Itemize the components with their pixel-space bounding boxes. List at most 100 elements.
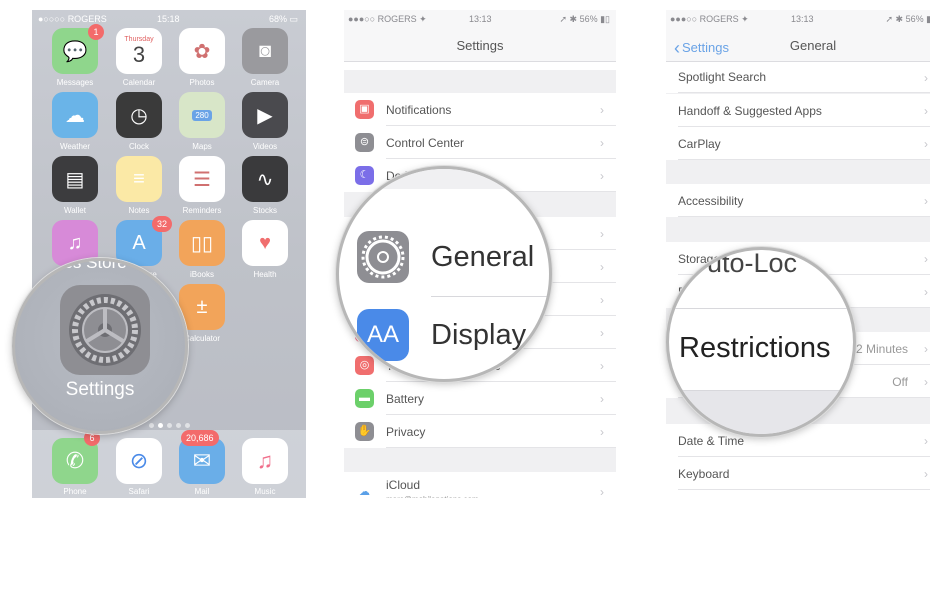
- app-label: Messages: [56, 78, 94, 87]
- magnified-display-icon: AA: [357, 309, 409, 361]
- chevron-right-icon: ›: [600, 325, 604, 340]
- app-photos[interactable]: ✿: [179, 28, 225, 74]
- chevron-right-icon: ›: [924, 251, 928, 266]
- app-calendar[interactable]: Thursday 3: [116, 28, 162, 74]
- magnified-settings-icon[interactable]: [60, 285, 150, 375]
- row-label: Notifications: [386, 103, 452, 117]
- app-calculator[interactable]: ±: [179, 284, 225, 330]
- clapperboard-icon: ▶: [257, 104, 273, 127]
- chevron-right-icon: ›: [924, 136, 928, 151]
- chevron-right-icon: ›: [600, 168, 604, 183]
- app-videos[interactable]: ▶: [242, 92, 288, 138]
- status-time: 15:18: [157, 14, 180, 24]
- status-time: 13:13: [469, 14, 492, 24]
- settings-row-battery[interactable]: ▬ Battery ›: [344, 382, 616, 415]
- general-row-keyboard[interactable]: Keyboard ›: [666, 457, 930, 490]
- battery-percent: 56%: [905, 14, 924, 24]
- chevron-right-icon: ›: [924, 103, 928, 118]
- row-label: Control Center: [386, 136, 465, 150]
- battery-icon: ▬: [355, 389, 374, 408]
- settings-row-privacy[interactable]: ✋ Privacy ›: [344, 415, 616, 448]
- carrier-name: ●●●○○ ROGERS ✦: [348, 14, 427, 24]
- app-label: Mail: [194, 487, 210, 496]
- general-row-magnifier: General AA Display: [336, 166, 552, 382]
- general-row-spotlight-search[interactable]: Spotlight Search ›: [666, 62, 930, 93]
- app-safari[interactable]: ⊘: [116, 438, 162, 484]
- chevron-left-icon: ‹: [674, 38, 680, 58]
- chevron-right-icon: ›: [600, 292, 604, 307]
- photos-flower-icon: ✿: [193, 40, 211, 63]
- status-bar: ●●●○○ ROGERS ✦ 13:13 ➚ ✱ 56% ▮▯: [344, 10, 616, 30]
- settings-row-icloud[interactable]: ☁ iCloud marc@mobilenations.com ›: [344, 472, 616, 498]
- row-label: Battery: [386, 392, 425, 406]
- calendar-icon: Thursday 3: [116, 28, 162, 74]
- app-label: Weather: [59, 142, 91, 151]
- general-row-handoff-suggested-apps[interactable]: Handoff & Suggested Apps ›: [666, 94, 930, 127]
- general-row-accessibility[interactable]: Accessibility ›: [666, 184, 930, 217]
- calendar-day: 3: [132, 41, 146, 67]
- app-maps[interactable]: 280: [179, 92, 225, 138]
- magnified-general-label[interactable]: General: [431, 241, 534, 274]
- app-label: Health: [253, 270, 277, 279]
- chevron-right-icon: ›: [924, 466, 928, 481]
- restrictions-row-magnifier: uto-Loc Restrictions: [666, 247, 856, 437]
- notification-badge: 1: [88, 24, 104, 40]
- app-label: Camera: [250, 78, 280, 87]
- book-icon: ▯▯: [190, 232, 213, 255]
- nav-bar: ●●●○○ ROGERS ✦ 13:13 ➚ ✱ 56% ▮▯ Settings: [344, 10, 616, 62]
- app-label: Wallet: [64, 206, 86, 215]
- magnified-display-label: Display: [431, 319, 527, 351]
- app-music[interactable]: ♫: [242, 438, 288, 484]
- app-camera[interactable]: ◙: [242, 28, 288, 74]
- music-note-icon: ♫: [256, 448, 274, 473]
- app-label: Calendar: [122, 78, 156, 87]
- app-label: Videos: [252, 142, 278, 151]
- status-bar: ●●●○○ ROGERS ✦ 13:13 ➚ ✱ 56% ▮▯: [666, 10, 930, 30]
- app-weather[interactable]: ☁: [52, 92, 98, 138]
- magnified-autolock-label: uto-Loc: [707, 248, 798, 278]
- notes-icon: ≡: [133, 167, 145, 190]
- app-label: Phone: [63, 487, 87, 496]
- settings-row-control-center[interactable]: ⊜ Control Center ›: [344, 126, 616, 159]
- chevron-right-icon: ›: [600, 485, 604, 498]
- general-row-language-region[interactable]: Language & Region›: [666, 490, 930, 498]
- row-subtitle: marc@mobilenations.com: [386, 495, 479, 498]
- gear-icon: [361, 235, 405, 279]
- general-row-carplay[interactable]: CarPlay ›: [666, 127, 930, 160]
- app-wallet[interactable]: ▤: [52, 156, 98, 202]
- camera-icon: ◙: [258, 39, 272, 62]
- highway-shield: 280: [192, 109, 212, 121]
- reminders-list-icon: ☰: [193, 168, 211, 191]
- app-health[interactable]: ♥: [242, 220, 288, 266]
- magnified-restrictions-label[interactable]: Restrictions: [679, 332, 831, 365]
- chevron-right-icon: ›: [600, 358, 604, 373]
- notification-badge: 32: [152, 216, 173, 232]
- chevron-right-icon: ›: [924, 433, 928, 448]
- heart-icon: ♥: [259, 231, 271, 254]
- map-icon: 280: [179, 92, 225, 138]
- hand-icon: ✋: [355, 422, 374, 441]
- magnified-settings-label: Settings: [65, 379, 135, 400]
- app-stocks[interactable]: ∿: [242, 156, 288, 202]
- settings-row-notifications[interactable]: ▣ Notifications ›: [344, 93, 616, 126]
- row-label: Spotlight Search: [678, 70, 767, 84]
- stocks-chart-icon: ∿: [256, 168, 274, 191]
- page-title: General: [789, 38, 837, 53]
- chevron-right-icon: ›: [600, 391, 604, 406]
- app-clock[interactable]: ◷: [116, 92, 162, 138]
- row-value: 2 Minutes: [855, 342, 908, 356]
- app-label: iBooks: [189, 270, 214, 279]
- app-notes[interactable]: ≡: [116, 156, 162, 202]
- app-reminders[interactable]: ☰: [179, 156, 225, 202]
- app-label: Photos: [189, 78, 215, 87]
- battery-percent: 56%: [579, 14, 598, 24]
- compass-icon: ⊘: [129, 448, 149, 473]
- app-label: Maps: [192, 142, 212, 151]
- app-label: Music: [254, 487, 276, 496]
- chevron-right-icon: ›: [600, 226, 604, 241]
- chevron-right-icon: ›: [924, 193, 928, 208]
- battery-percent: 68%: [268, 14, 287, 24]
- app-ibooks[interactable]: ▯▯: [179, 220, 225, 266]
- chevron-right-icon: ›: [600, 102, 604, 117]
- magnified-general-icon: [357, 231, 409, 283]
